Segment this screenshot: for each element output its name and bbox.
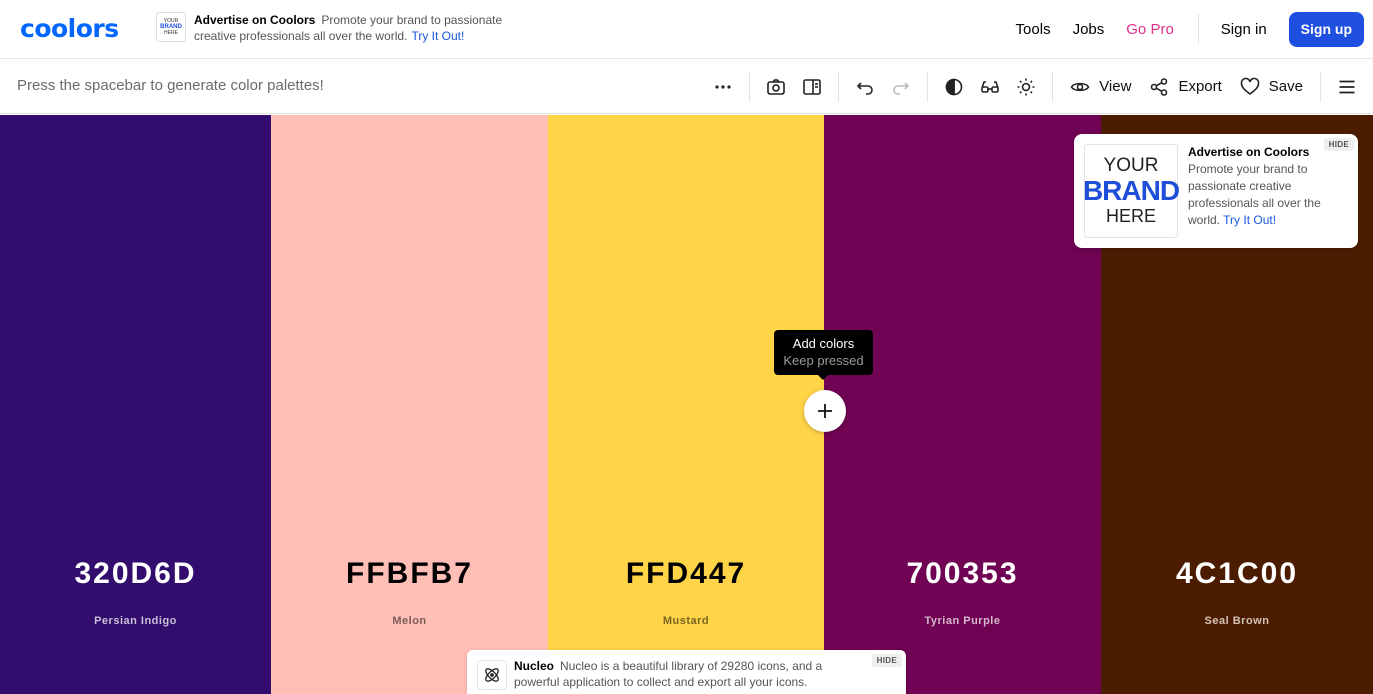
ad-thumbnail: YOUR BRAND HERE xyxy=(156,12,186,42)
coolors-logo[interactable]: coolors xyxy=(20,13,119,43)
logo-line-1: YOUR xyxy=(1103,155,1159,176)
color-name: Seal Brown xyxy=(1204,615,1270,627)
save-button[interactable]: Save xyxy=(1231,69,1312,105)
add-color-button[interactable] xyxy=(804,390,846,432)
sign-in-link[interactable]: Sign in xyxy=(1221,21,1267,38)
swatch-persian-indigo[interactable]: 320D6D Persian Indigo xyxy=(0,115,271,694)
nav-tools[interactable]: Tools xyxy=(1016,21,1051,38)
top-ad-title: Advertise on Coolors xyxy=(194,13,316,27)
generator-toolbar: Press the spacebar to generate color pal… xyxy=(0,59,1373,114)
add-colors-tooltip: Add colors Keep pressed xyxy=(774,330,873,380)
share-icon xyxy=(1151,77,1168,96)
bottom-ad-title: Nucleo xyxy=(514,659,555,673)
undo-icon[interactable] xyxy=(847,69,883,105)
bottom-ad[interactable]: Nucleo Nucleo is a beautiful library of 2… xyxy=(467,650,906,694)
top-ad-text: Advertise on Coolors Promote your brand t… xyxy=(194,12,534,44)
export-label: Export xyxy=(1178,78,1222,95)
nav-links: Tools Jobs Go Pro Sign in Sign up xyxy=(1016,11,1364,47)
toolbar-divider xyxy=(838,71,840,102)
bottom-ad-body: Nucleo is a beautiful library of 29280 i… xyxy=(514,659,823,689)
eye-icon xyxy=(1070,82,1090,91)
view-label: View xyxy=(1099,78,1132,95)
color-name: Tyrian Purple xyxy=(924,615,1001,627)
toolbar-divider xyxy=(749,71,751,102)
contrast-icon[interactable] xyxy=(936,69,972,105)
swatch-mustard[interactable]: FFD447 Mustard xyxy=(548,115,824,694)
hex-code[interactable]: 4C1C00 xyxy=(1101,557,1373,591)
ad-brand-logo: YOUR BRAND HERE xyxy=(1082,144,1180,238)
save-label: Save xyxy=(1268,78,1303,95)
panel-icon[interactable] xyxy=(794,69,830,105)
nucleo-icon xyxy=(477,660,507,690)
side-ad-cta[interactable]: Try It Out! xyxy=(1223,213,1276,227)
menu-icon[interactable] xyxy=(1329,69,1365,105)
hex-code[interactable]: FFD447 xyxy=(548,557,824,591)
toolbar-divider xyxy=(1052,71,1054,102)
redo-icon[interactable] xyxy=(883,69,919,105)
spacebar-hint: Press the spacebar to generate color pal… xyxy=(17,77,324,94)
logo-line-2: BRAND xyxy=(1082,175,1180,206)
sign-up-button[interactable]: Sign up xyxy=(1288,11,1364,47)
tooltip-arrow xyxy=(818,375,828,380)
swatch-melon[interactable]: FFBFB7 Melon xyxy=(271,115,548,694)
hex-code[interactable]: 320D6D xyxy=(0,557,271,591)
toolbar-divider xyxy=(927,71,929,102)
camera-icon[interactable] xyxy=(758,69,794,105)
logo-text: coolors xyxy=(20,13,119,43)
heart-icon xyxy=(1240,77,1260,95)
sun-icon[interactable] xyxy=(1008,69,1044,105)
toolbar-divider xyxy=(1320,71,1321,102)
top-ad[interactable]: YOUR BRAND HERE Advertise on Coolors Prom… xyxy=(156,12,534,44)
tooltip-title: Add colors xyxy=(792,336,855,351)
view-button[interactable]: View xyxy=(1061,69,1140,105)
export-button[interactable]: Export xyxy=(1140,69,1230,105)
nav-divider xyxy=(1197,14,1199,44)
side-ad[interactable]: YOUR BRAND HERE Advertise on Coolors Prom… xyxy=(1074,134,1358,248)
nav-jobs[interactable]: Jobs xyxy=(1073,21,1105,38)
more-icon[interactable] xyxy=(705,69,741,105)
top-ad-cta[interactable]: Try It Out! xyxy=(411,29,464,43)
color-name: Mustard xyxy=(662,615,710,627)
bottom-ad-hide-button[interactable]: HIDE xyxy=(871,654,902,667)
glasses-icon[interactable] xyxy=(972,69,1008,105)
hex-code[interactable]: FFBFB7 xyxy=(271,557,548,591)
top-navbar: coolors YOUR BRAND HERE Advertise on Coo… xyxy=(0,0,1373,59)
side-ad-text: Advertise on Coolors Promote your brand t… xyxy=(1188,144,1348,229)
toolbar-actions: View Export Save xyxy=(705,59,1373,114)
side-ad-hide-button[interactable]: HIDE xyxy=(1323,138,1354,151)
color-name: Persian Indigo xyxy=(94,615,177,627)
color-name: Melon xyxy=(392,615,427,627)
bottom-ad-text: Nucleo Nucleo is a beautiful library of 2… xyxy=(514,658,864,690)
swatch-tyrian-purple[interactable]: 700353 Tyrian Purple xyxy=(824,115,1101,694)
plus-icon xyxy=(818,404,832,418)
hex-code[interactable]: 700353 xyxy=(824,557,1101,591)
nav-go-pro[interactable]: Go Pro xyxy=(1126,21,1174,38)
logo-line-3: HERE xyxy=(1105,206,1156,226)
tooltip-subtitle: Keep pressed xyxy=(783,353,864,368)
thumb-line-3: HERE xyxy=(164,30,178,36)
